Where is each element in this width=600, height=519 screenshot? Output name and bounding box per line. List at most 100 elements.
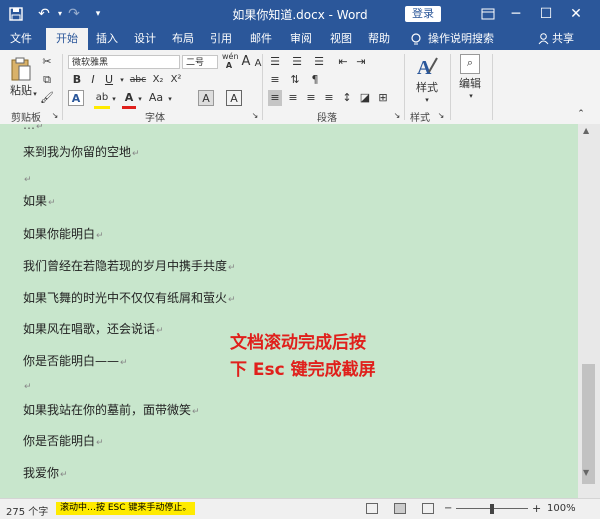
text-line: 如果↵ [23,194,56,208]
change-case-dropdown-icon[interactable]: ▾ [166,91,174,107]
highlight-dropdown-icon[interactable]: ▾ [110,91,118,107]
tab-help[interactable]: 帮助 [362,28,396,50]
print-layout-icon[interactable] [394,503,406,514]
close-icon[interactable]: ✕ [566,4,586,24]
status-bar: 275 个字 滚动中…按 ESC 键来手动停止。 − + 100% [0,498,600,519]
font-name-select[interactable]: 微软雅黑 [68,55,180,69]
zoom-in-icon[interactable]: + [532,502,541,515]
word-count[interactable]: 275 个字 [6,503,48,518]
show-marks-icon[interactable]: ¶ [308,72,322,88]
person-icon [536,28,550,50]
save-icon[interactable] [6,4,26,24]
align-right-icon[interactable]: ≡ [304,90,318,106]
magnifier-icon[interactable]: ⌕ [460,54,480,74]
tab-design[interactable]: 设计 [128,28,162,50]
tab-layout[interactable]: 布局 [166,28,200,50]
tab-insert[interactable]: 插入 [90,28,124,50]
highlight-color-button[interactable]: ab [94,90,110,109]
divider [404,54,405,120]
tab-view[interactable]: 视图 [324,28,358,50]
shading-icon[interactable]: ◪ [358,90,372,106]
subscript-button[interactable]: X₂ [150,72,166,88]
underline-dropdown-icon[interactable]: ▾ [118,72,126,88]
italic-button[interactable]: I [86,72,100,88]
line-text: 我爱你 [23,466,60,480]
line-text: 如果 [23,194,48,208]
copy-icon[interactable]: ⧉ [40,72,54,88]
text-line: ↵ [24,175,32,185]
font-color-dropdown-icon[interactable]: ▾ [136,91,144,107]
justify-icon[interactable]: ≡ [322,90,336,106]
paste-dropdown-icon[interactable]: ▾ [30,86,40,102]
numbering-icon[interactable]: ☰ [290,54,304,70]
increase-indent-icon[interactable]: ⇥ [354,54,368,70]
bold-button[interactable]: B [70,72,84,88]
login-button[interactable]: 登录 [405,6,441,22]
tab-review[interactable]: 审阅 [284,28,318,50]
strikethrough-button[interactable]: abc [128,72,148,88]
styles-dropdown-icon[interactable]: ▾ [422,92,432,108]
change-case-button[interactable]: Aa [146,90,166,106]
line-text: 你是否能明白 [23,434,96,448]
scroll-down-icon[interactable]: ▼ [583,468,589,477]
share-button[interactable]: 共享 [552,28,578,50]
ribbon: 粘贴 ▾ ✂ ⧉ 🖌 剪贴板 ↘ 微软雅黑 二号 wén A A A B I U … [0,50,600,125]
decrease-indent-icon[interactable]: ⇤ [336,54,350,70]
editing-dropdown-icon[interactable]: ▾ [466,88,476,104]
paragraph-launcher-icon[interactable]: ↘ [392,108,402,124]
text-line: 如果你能明白↵ [23,227,104,241]
text-line: 来到我为你留的空地↵ [23,145,140,159]
grow-font-button[interactable]: A [240,54,252,70]
clipboard-launcher-icon[interactable]: ↘ [50,108,60,124]
bullets-icon[interactable]: ☰ [268,54,282,70]
chinese-layout-icon[interactable]: ≡ [268,72,282,88]
font-launcher-icon[interactable]: ↘ [250,108,260,124]
divider [262,54,263,120]
tab-file[interactable]: 文件 [4,28,38,50]
customize-quick-access-icon[interactable]: ▾ [88,4,108,24]
zoom-slider-thumb[interactable] [490,504,494,514]
clipboard-icon[interactable] [8,56,34,84]
align-left-icon[interactable]: ≡ [268,90,282,106]
character-border-button[interactable]: A [226,90,242,106]
web-layout-icon[interactable] [422,503,434,514]
scrollbar-thumb[interactable] [582,364,595,484]
scroll-up-icon[interactable]: ▲ [583,126,589,135]
zoom-out-icon[interactable]: − [444,503,452,514]
sort-icon[interactable]: ⇅ [288,72,302,88]
character-shading-button[interactable]: A [198,90,214,106]
superscript-button[interactable]: X² [168,72,184,88]
collapse-ribbon-icon[interactable]: ⌃ [574,106,588,122]
borders-icon[interactable]: ⊞ [376,90,390,106]
wen-phonetic-icon[interactable]: wén A [222,52,239,70]
ribbon-display-options-icon[interactable] [478,4,498,24]
ribbon-tabs: 文件 开始 插入 设计 布局 引用 邮件 审阅 视图 帮助 操作说明搜索 共享 [0,28,600,50]
styles-icon[interactable]: A [414,54,440,80]
read-mode-icon[interactable] [366,503,378,514]
document-canvas[interactable]: …↵ 来到我为你留的空地↵ ↵ 如果↵ 如果你能明白↵ 我们曾经在若隐若现的岁月… [0,124,578,498]
tab-mailings[interactable]: 邮件 [244,28,278,50]
text-line: ↵ [24,382,32,392]
overlay-line: 下 Esc 键完成截屏 [230,360,376,380]
minimize-icon[interactable]: ─ [506,4,526,24]
format-painter-icon[interactable]: 🖌 [40,90,54,106]
multilevel-list-icon[interactable]: ☰ [312,54,326,70]
redo-icon[interactable]: ↷ [64,4,84,24]
text-effects-button[interactable]: A [68,90,84,106]
maximize-icon[interactable]: ☐ [536,4,556,24]
tab-home[interactable]: 开始 [46,28,88,50]
zoom-level[interactable]: 100% [547,503,576,514]
tell-me-search[interactable]: 操作说明搜索 [428,28,498,50]
align-center-icon[interactable]: ≡ [286,90,300,106]
vertical-scrollbar[interactable]: ▲ ▼ [578,124,600,498]
styles-launcher-icon[interactable]: ↘ [436,108,446,124]
tab-references[interactable]: 引用 [204,28,238,50]
line-text: 如果风在唱歌，还会说话 [23,322,156,336]
line-spacing-icon[interactable]: ↕ [340,90,354,106]
cut-icon[interactable]: ✂ [40,54,54,70]
paragraph-group-label: 段落 [317,113,337,124]
font-color-button[interactable]: A [122,90,136,109]
underline-button[interactable]: U [102,72,116,88]
font-size-select[interactable]: 二号 [182,55,218,69]
line-text: 如果你能明白 [23,227,96,241]
